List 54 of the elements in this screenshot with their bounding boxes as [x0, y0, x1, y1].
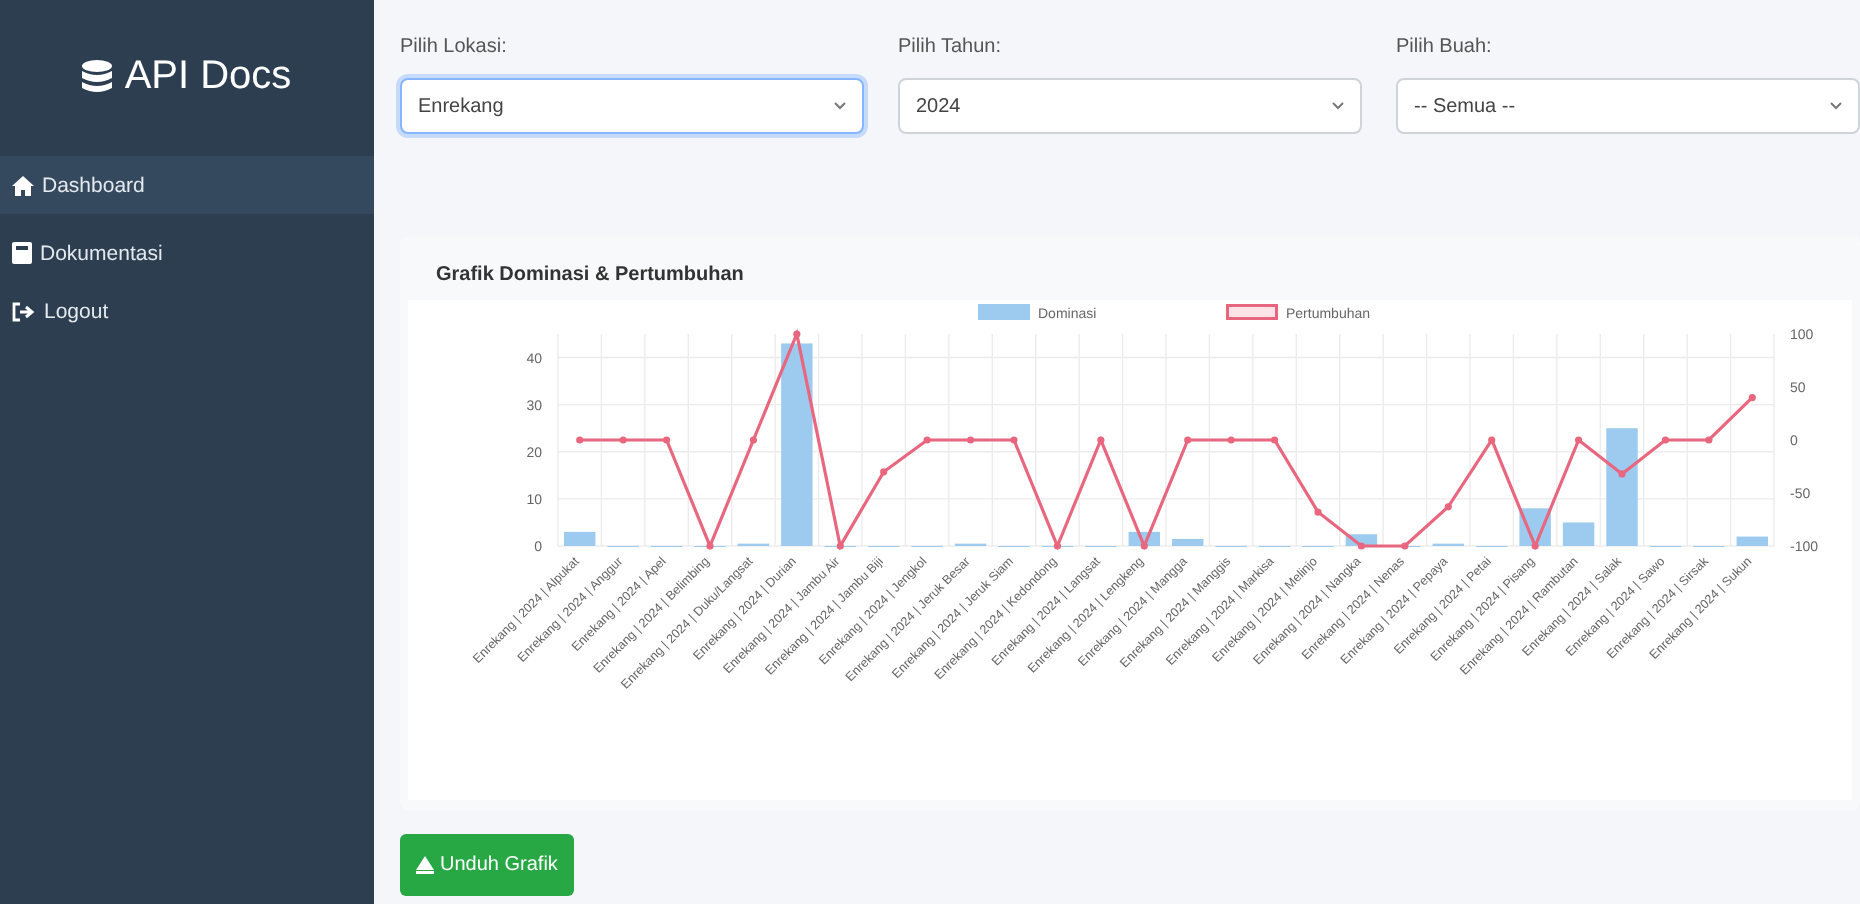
data-point — [923, 436, 931, 444]
data-point — [662, 436, 671, 444]
data-point — [966, 436, 975, 444]
data-point — [1618, 470, 1626, 478]
data-point — [1227, 436, 1235, 444]
data-point — [880, 468, 888, 476]
data-point — [1401, 542, 1409, 550]
field-label: Pilih Lokasi: — [400, 36, 509, 58]
book-icon — [12, 242, 32, 264]
legend-swatch[interactable] — [1226, 304, 1278, 320]
data-point — [1184, 436, 1192, 444]
data-point — [1748, 394, 1756, 402]
triangle-icon — [416, 856, 434, 874]
data-point — [576, 436, 584, 444]
legend-swatch[interactable] — [978, 304, 1030, 320]
chevron-down-icon — [1830, 102, 1842, 110]
select-field[interactable]: -- Semua -- — [1396, 78, 1860, 134]
data-point — [1270, 436, 1279, 444]
field-label: Pilih Tahun: — [898, 36, 1004, 58]
data-point — [1574, 436, 1583, 444]
bar — [1606, 428, 1638, 546]
data-point — [619, 436, 627, 444]
bar — [1736, 536, 1768, 546]
data-point — [1661, 436, 1670, 444]
chevron-down-icon — [1332, 102, 1344, 110]
home-icon — [12, 175, 34, 195]
data-point — [1705, 436, 1713, 444]
data-point — [1010, 436, 1018, 444]
bar — [1562, 522, 1595, 546]
data-point — [1140, 542, 1148, 550]
bar — [1172, 538, 1204, 546]
chevron-down-icon — [834, 102, 846, 110]
bar — [564, 531, 596, 546]
data-point — [1488, 436, 1496, 444]
data-point — [749, 436, 758, 444]
sidebar-link[interactable]: Dashboard — [0, 156, 374, 214]
data-point — [836, 542, 844, 550]
field-label: Pilih Buah: — [1396, 36, 1494, 58]
data-point — [706, 542, 714, 550]
data-point — [1053, 542, 1062, 550]
select-field[interactable]: 2024 — [898, 78, 1362, 134]
logout-icon — [12, 301, 36, 321]
select-field[interactable]: Enrekang — [400, 78, 864, 134]
chart-title: Grafik Dominasi & Pertumbuhan — [436, 264, 746, 290]
sidebar-link[interactable]: Logout — [0, 282, 374, 340]
database-icon — [82, 59, 113, 93]
data-point — [1097, 436, 1105, 444]
data-point — [1531, 542, 1539, 550]
data-point — [1444, 503, 1452, 511]
sidebar-link[interactable]: Dokumentasi — [0, 224, 374, 282]
brand-title: API Docs — [124, 53, 292, 99]
data-point — [793, 330, 801, 338]
data-point — [1314, 508, 1322, 516]
data-point — [1357, 542, 1366, 550]
